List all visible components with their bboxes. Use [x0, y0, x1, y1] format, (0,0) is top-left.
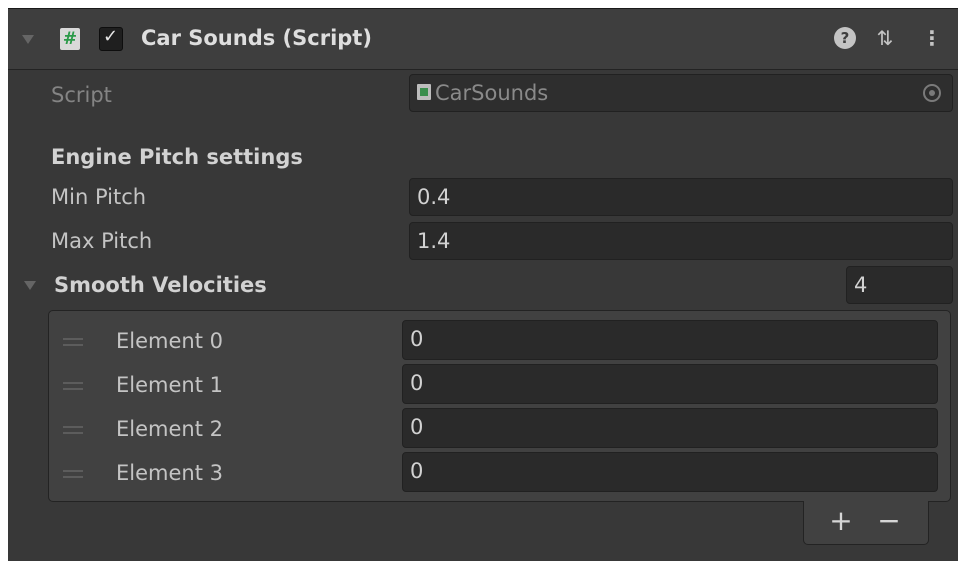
- array-footer: + −: [803, 501, 929, 545]
- script-label: Script: [51, 83, 112, 107]
- script-field-value: CarSounds: [435, 81, 549, 105]
- max-pitch-label: Max Pitch: [51, 229, 153, 253]
- help-icon[interactable]: ?: [834, 27, 856, 49]
- element-label: Element 3: [116, 461, 223, 485]
- script-asset-icon: [417, 84, 431, 100]
- component-header[interactable]: # ✓ Car Sounds (Script) ? ⇅ ⋮: [8, 8, 958, 70]
- script-field: CarSounds: [409, 74, 953, 112]
- element-label: Element 2: [116, 417, 223, 441]
- drag-handle-icon[interactable]: [63, 338, 83, 346]
- element-label: Element 0: [116, 329, 223, 353]
- element-value-field[interactable]: 0: [402, 452, 938, 492]
- add-element-button[interactable]: +: [826, 503, 856, 539]
- array-size-field[interactable]: 4: [846, 266, 953, 304]
- smooth-velocities-foldout-icon[interactable]: [24, 281, 36, 290]
- array-list: Element 0 0 Element 1 0 Element 2 0 Elem…: [48, 310, 951, 502]
- enabled-checkbox[interactable]: ✓: [99, 26, 123, 51]
- presets-icon[interactable]: ⇅: [874, 26, 896, 50]
- engine-pitch-header: Engine Pitch settings: [51, 145, 303, 169]
- min-pitch-label: Min Pitch: [51, 185, 147, 209]
- element-value-field[interactable]: 0: [402, 364, 938, 404]
- max-pitch-field[interactable]: 1.4: [409, 222, 953, 260]
- drag-handle-icon[interactable]: [63, 470, 83, 478]
- element-label: Element 1: [116, 373, 223, 397]
- script-icon: #: [60, 28, 80, 50]
- collapse-arrow-icon[interactable]: [22, 35, 34, 44]
- remove-element-button[interactable]: −: [874, 503, 904, 539]
- context-menu-icon[interactable]: ⋮: [922, 26, 942, 50]
- checkmark-icon: ✓: [103, 26, 119, 47]
- element-value-field[interactable]: 0: [402, 320, 938, 360]
- smooth-velocities-label[interactable]: Smooth Velocities: [54, 270, 267, 300]
- drag-handle-icon[interactable]: [63, 382, 83, 390]
- object-picker-icon[interactable]: [923, 84, 941, 102]
- component-title: Car Sounds (Script): [141, 26, 372, 50]
- drag-handle-icon[interactable]: [63, 426, 83, 434]
- inspector-panel: # ✓ Car Sounds (Script) ? ⇅ ⋮ Script Car…: [8, 8, 958, 561]
- min-pitch-field[interactable]: 0.4: [409, 178, 953, 216]
- element-value-field[interactable]: 0: [402, 408, 938, 448]
